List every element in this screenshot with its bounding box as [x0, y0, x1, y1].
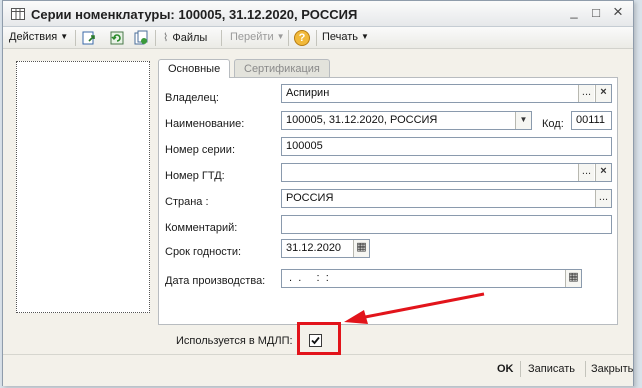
production-date-calendar-icon[interactable]: ▦ [565, 270, 581, 287]
owner-select-button[interactable]: ... [578, 85, 594, 102]
toolbar-separator [288, 30, 289, 46]
owner-label: Владелец: [165, 92, 219, 104]
print-label: Печать [322, 31, 359, 43]
code-field[interactable]: 00111 [571, 111, 612, 130]
goto-menu[interactable]: Перейти ▼ [230, 31, 285, 43]
series-number-field[interactable]: 100005 [281, 137, 612, 156]
actions-menu[interactable]: Действия ▼ [9, 31, 68, 43]
maximize-button[interactable]: □ [587, 5, 605, 23]
name-label: Наименование: [165, 118, 245, 130]
toolbar-separator [221, 30, 222, 46]
footer-separator [520, 361, 521, 377]
paperclip-icon: ⌇ [163, 32, 169, 44]
series-number-value: 100005 [286, 140, 323, 152]
name-value: 100005, 31.12.2020, РОССИЯ [286, 114, 438, 126]
tab-certification[interactable]: Сертификация [234, 59, 330, 77]
tab-main[interactable]: Основные [158, 59, 231, 78]
toolbar-separator [75, 30, 76, 46]
left-panel [16, 61, 150, 313]
country-label: Страна : [165, 196, 209, 208]
window-title: Серии номенклатуры: 100005, 31.12.2020, … [31, 7, 358, 22]
production-date-label: Дата производства: [165, 275, 266, 287]
annotation-arrow-icon [344, 292, 485, 324]
close-button[interactable]: Закрыть [591, 363, 633, 375]
owner-value: Аспирин [286, 87, 330, 99]
country-value: РОССИЯ [286, 192, 334, 204]
title-bar[interactable]: Серии номенклатуры: 100005, 31.12.2020, … [3, 1, 633, 27]
ok-button[interactable]: OK [497, 363, 514, 375]
country-select-button[interactable]: ... [595, 190, 611, 207]
country-field[interactable]: РОССИЯ ... [281, 189, 612, 208]
owner-field[interactable]: Аспирин ... × [281, 84, 612, 103]
gtd-number-field[interactable]: ... × [281, 163, 612, 182]
goto-up-icon[interactable] [81, 30, 97, 46]
actions-label: Действия [9, 31, 58, 43]
copy-document-icon[interactable] [133, 30, 149, 46]
expiry-field[interactable]: 31.12.2020 ▦ [281, 239, 370, 258]
mdlp-label: Используется в МДЛП: [176, 335, 293, 347]
gtd-clear-icon[interactable]: × [595, 164, 611, 181]
expiry-label: Срок годности: [165, 246, 242, 258]
goto-label: Перейти [230, 31, 274, 43]
expiry-calendar-icon[interactable]: ▦ [353, 240, 369, 257]
gtd-select-button[interactable]: ... [578, 164, 594, 181]
production-date-value: . . : : [286, 272, 329, 284]
files-button[interactable]: ⌇ Файлы [163, 31, 207, 44]
refresh-icon[interactable] [109, 30, 125, 46]
comment-field[interactable] [281, 215, 612, 234]
print-menu[interactable]: Печать ▼ [322, 31, 369, 43]
files-label: Файлы [172, 32, 208, 44]
toolbar: Действия ▼ ⌇ Файлы Перейти ▼ ? Печать ▼ [3, 27, 633, 49]
caret-down-icon: ▼ [60, 32, 69, 41]
name-field[interactable]: 100005, 31.12.2020, РОССИЯ ▼ [281, 111, 532, 130]
comment-label: Комментарий: [165, 222, 238, 234]
caret-down-icon: ▼ [361, 32, 369, 41]
save-button[interactable]: Записать [528, 363, 575, 375]
toolbar-separator [155, 30, 156, 46]
owner-clear-icon[interactable]: × [595, 85, 611, 102]
toolbar-separator [316, 30, 317, 46]
name-dropdown-icon[interactable]: ▼ [515, 112, 531, 129]
code-value: 00111 [576, 114, 605, 126]
footer-separator [585, 361, 586, 377]
close-window-button[interactable]: × [609, 2, 627, 22]
expiry-value: 31.12.2020 [286, 242, 342, 254]
table-icon [11, 8, 25, 20]
gtd-number-label: Номер ГТД: [165, 170, 225, 182]
minimize-button[interactable]: _ [565, 4, 583, 22]
code-label: Код: [542, 118, 564, 130]
help-icon[interactable]: ? [294, 30, 310, 46]
series-number-label: Номер серии: [165, 144, 235, 156]
caret-down-icon: ▼ [276, 32, 285, 41]
